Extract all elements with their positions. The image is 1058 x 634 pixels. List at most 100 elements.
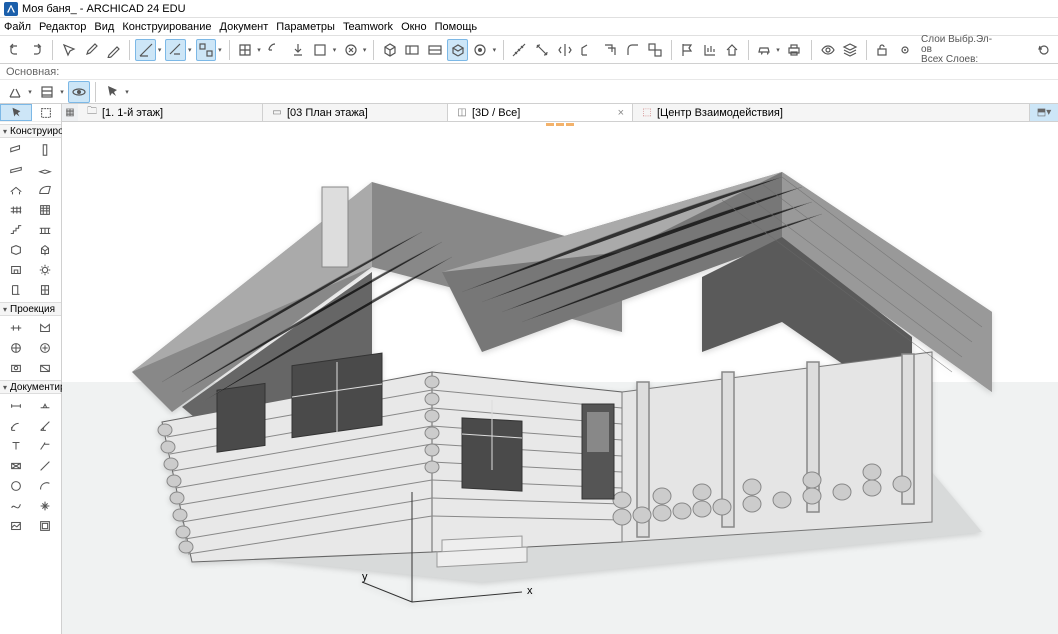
railing-tool-icon[interactable]	[32, 221, 59, 239]
resize-icon[interactable]	[645, 39, 666, 61]
arc-tool-icon[interactable]	[32, 477, 59, 495]
level-tool-icon[interactable]	[32, 397, 59, 415]
intersect-icon[interactable]	[600, 39, 621, 61]
opening-tool-icon[interactable]	[3, 281, 30, 299]
suspend-icon[interactable]	[340, 39, 361, 61]
worksheet-tool-icon[interactable]	[32, 339, 59, 357]
window-tool-icon[interactable]	[32, 281, 59, 299]
radial-tool-icon[interactable]	[3, 417, 30, 435]
pick-icon[interactable]	[58, 39, 79, 61]
fillet-icon[interactable]	[622, 39, 643, 61]
tab-layout[interactable]: ▭ [03 План этажа]	[263, 104, 448, 121]
arrow-icon[interactable]	[101, 81, 123, 103]
menu-document[interactable]: Документ	[220, 21, 269, 33]
text-tool-icon[interactable]	[3, 437, 30, 455]
car-icon[interactable]	[754, 39, 775, 61]
lamp-tool-icon[interactable]	[32, 261, 59, 279]
home-icon[interactable]	[722, 39, 743, 61]
dropdown-arrow-icon[interactable]: ▾	[26, 88, 34, 96]
roof-tool-icon[interactable]	[3, 181, 30, 199]
panel-design-header[interactable]: Конструиров	[0, 124, 61, 138]
tab-grid-icon[interactable]: ▦	[62, 104, 78, 121]
pencil-icon[interactable]	[104, 39, 125, 61]
layers-icon[interactable]	[840, 39, 861, 61]
stair-tool-icon[interactable]	[3, 221, 30, 239]
tab-overflow-icon[interactable]: ⬒▾	[1030, 104, 1058, 121]
interior-tool-icon[interactable]	[3, 339, 30, 357]
fill-tool-icon[interactable]	[3, 457, 30, 475]
zone-tool-icon[interactable]	[3, 261, 30, 279]
menu-file[interactable]: Файл	[4, 21, 31, 33]
arrow-tool-icon[interactable]	[0, 104, 32, 121]
change-tool-icon[interactable]	[32, 359, 59, 377]
lock-open-icon[interactable]	[872, 39, 893, 61]
morph-tool-icon[interactable]	[3, 241, 30, 259]
menu-options[interactable]: Параметры	[276, 21, 335, 33]
dropdown-arrow-icon[interactable]: ▾	[186, 46, 193, 54]
eye-small-icon[interactable]	[894, 39, 915, 61]
eye-icon[interactable]	[817, 39, 838, 61]
dropdown-arrow-icon[interactable]: ▾	[774, 46, 781, 54]
tab-floor-plan[interactable]: 🗀 [1. 1-й этаж]	[78, 104, 263, 121]
line-tool-icon[interactable]	[32, 457, 59, 475]
3d-window-icon[interactable]	[447, 39, 468, 61]
menu-help[interactable]: Помощь	[435, 21, 478, 33]
panel-projection-header[interactable]: Проекция	[0, 302, 61, 316]
mesh-tool-icon[interactable]	[3, 201, 30, 219]
figure-tool-icon[interactable]	[3, 517, 30, 535]
gravity-icon[interactable]	[287, 39, 308, 61]
dropdown-arrow-icon[interactable]: ▾	[361, 46, 368, 54]
snap-guide-icon[interactable]	[165, 39, 186, 61]
adjust-icon[interactable]	[577, 39, 598, 61]
dropdown-arrow-icon[interactable]: ▾	[255, 46, 262, 54]
circle-tool-icon[interactable]	[3, 477, 30, 495]
dimension-tool-icon[interactable]	[3, 397, 30, 415]
curtain-tool-icon[interactable]	[32, 201, 59, 219]
menu-teamwork[interactable]: Teamwork	[343, 21, 393, 33]
ruler-icon[interactable]	[265, 39, 286, 61]
section-icon[interactable]	[402, 39, 423, 61]
detail-tool-icon[interactable]	[3, 359, 30, 377]
box-icon[interactable]	[310, 39, 331, 61]
cube-icon[interactable]	[379, 39, 400, 61]
trim-icon[interactable]	[532, 39, 553, 61]
refresh-icon[interactable]	[1034, 39, 1055, 61]
undo-icon[interactable]	[4, 39, 25, 61]
column-tool-icon[interactable]	[32, 141, 59, 159]
menu-design[interactable]: Конструирование	[122, 21, 211, 33]
beam-tool-icon[interactable]	[3, 161, 30, 179]
angle-guide-icon[interactable]	[135, 39, 156, 61]
measure-icon[interactable]	[509, 39, 530, 61]
dropdown-arrow-icon[interactable]: ▾	[491, 46, 498, 54]
slab-tool-icon[interactable]	[32, 161, 59, 179]
elevation-icon[interactable]	[425, 39, 446, 61]
panel-document-header[interactable]: Документиро	[0, 380, 61, 394]
eyedrop-icon[interactable]	[81, 39, 102, 61]
spline-tool-icon[interactable]	[3, 497, 30, 515]
grid-snap-icon[interactable]	[196, 39, 217, 61]
flag-icon[interactable]	[677, 39, 698, 61]
tab-3d[interactable]: ◫ [3D / Все] ×	[448, 104, 633, 121]
align-icon[interactable]	[699, 39, 720, 61]
dropdown-arrow-icon[interactable]: ▾	[58, 88, 66, 96]
elevation-tool-icon[interactable]	[32, 319, 59, 337]
shell-tool-icon[interactable]	[32, 181, 59, 199]
floor-icon[interactable]	[36, 81, 58, 103]
grid-icon[interactable]	[235, 39, 256, 61]
label-tool-icon[interactable]	[32, 437, 59, 455]
dropdown-arrow-icon[interactable]: ▾	[331, 46, 338, 54]
print-icon[interactable]	[784, 39, 805, 61]
object-tool-icon[interactable]	[32, 241, 59, 259]
drawing-tool-icon[interactable]	[32, 517, 59, 535]
3d-viewport[interactable]: x y	[62, 122, 1058, 634]
geometry-icon[interactable]	[4, 81, 26, 103]
redo-icon[interactable]	[27, 39, 48, 61]
menu-view[interactable]: Вид	[94, 21, 114, 33]
menu-edit[interactable]: Редактор	[39, 21, 86, 33]
dropdown-arrow-icon[interactable]: ▾	[216, 46, 223, 54]
tab-interaction[interactable]: ⬚ [Центр Взаимодействия]	[633, 104, 1030, 121]
split-icon[interactable]	[554, 39, 575, 61]
menu-window[interactable]: Окно	[401, 21, 427, 33]
angle-tool-icon[interactable]	[32, 417, 59, 435]
dropdown-arrow-icon[interactable]: ▾	[123, 88, 131, 96]
